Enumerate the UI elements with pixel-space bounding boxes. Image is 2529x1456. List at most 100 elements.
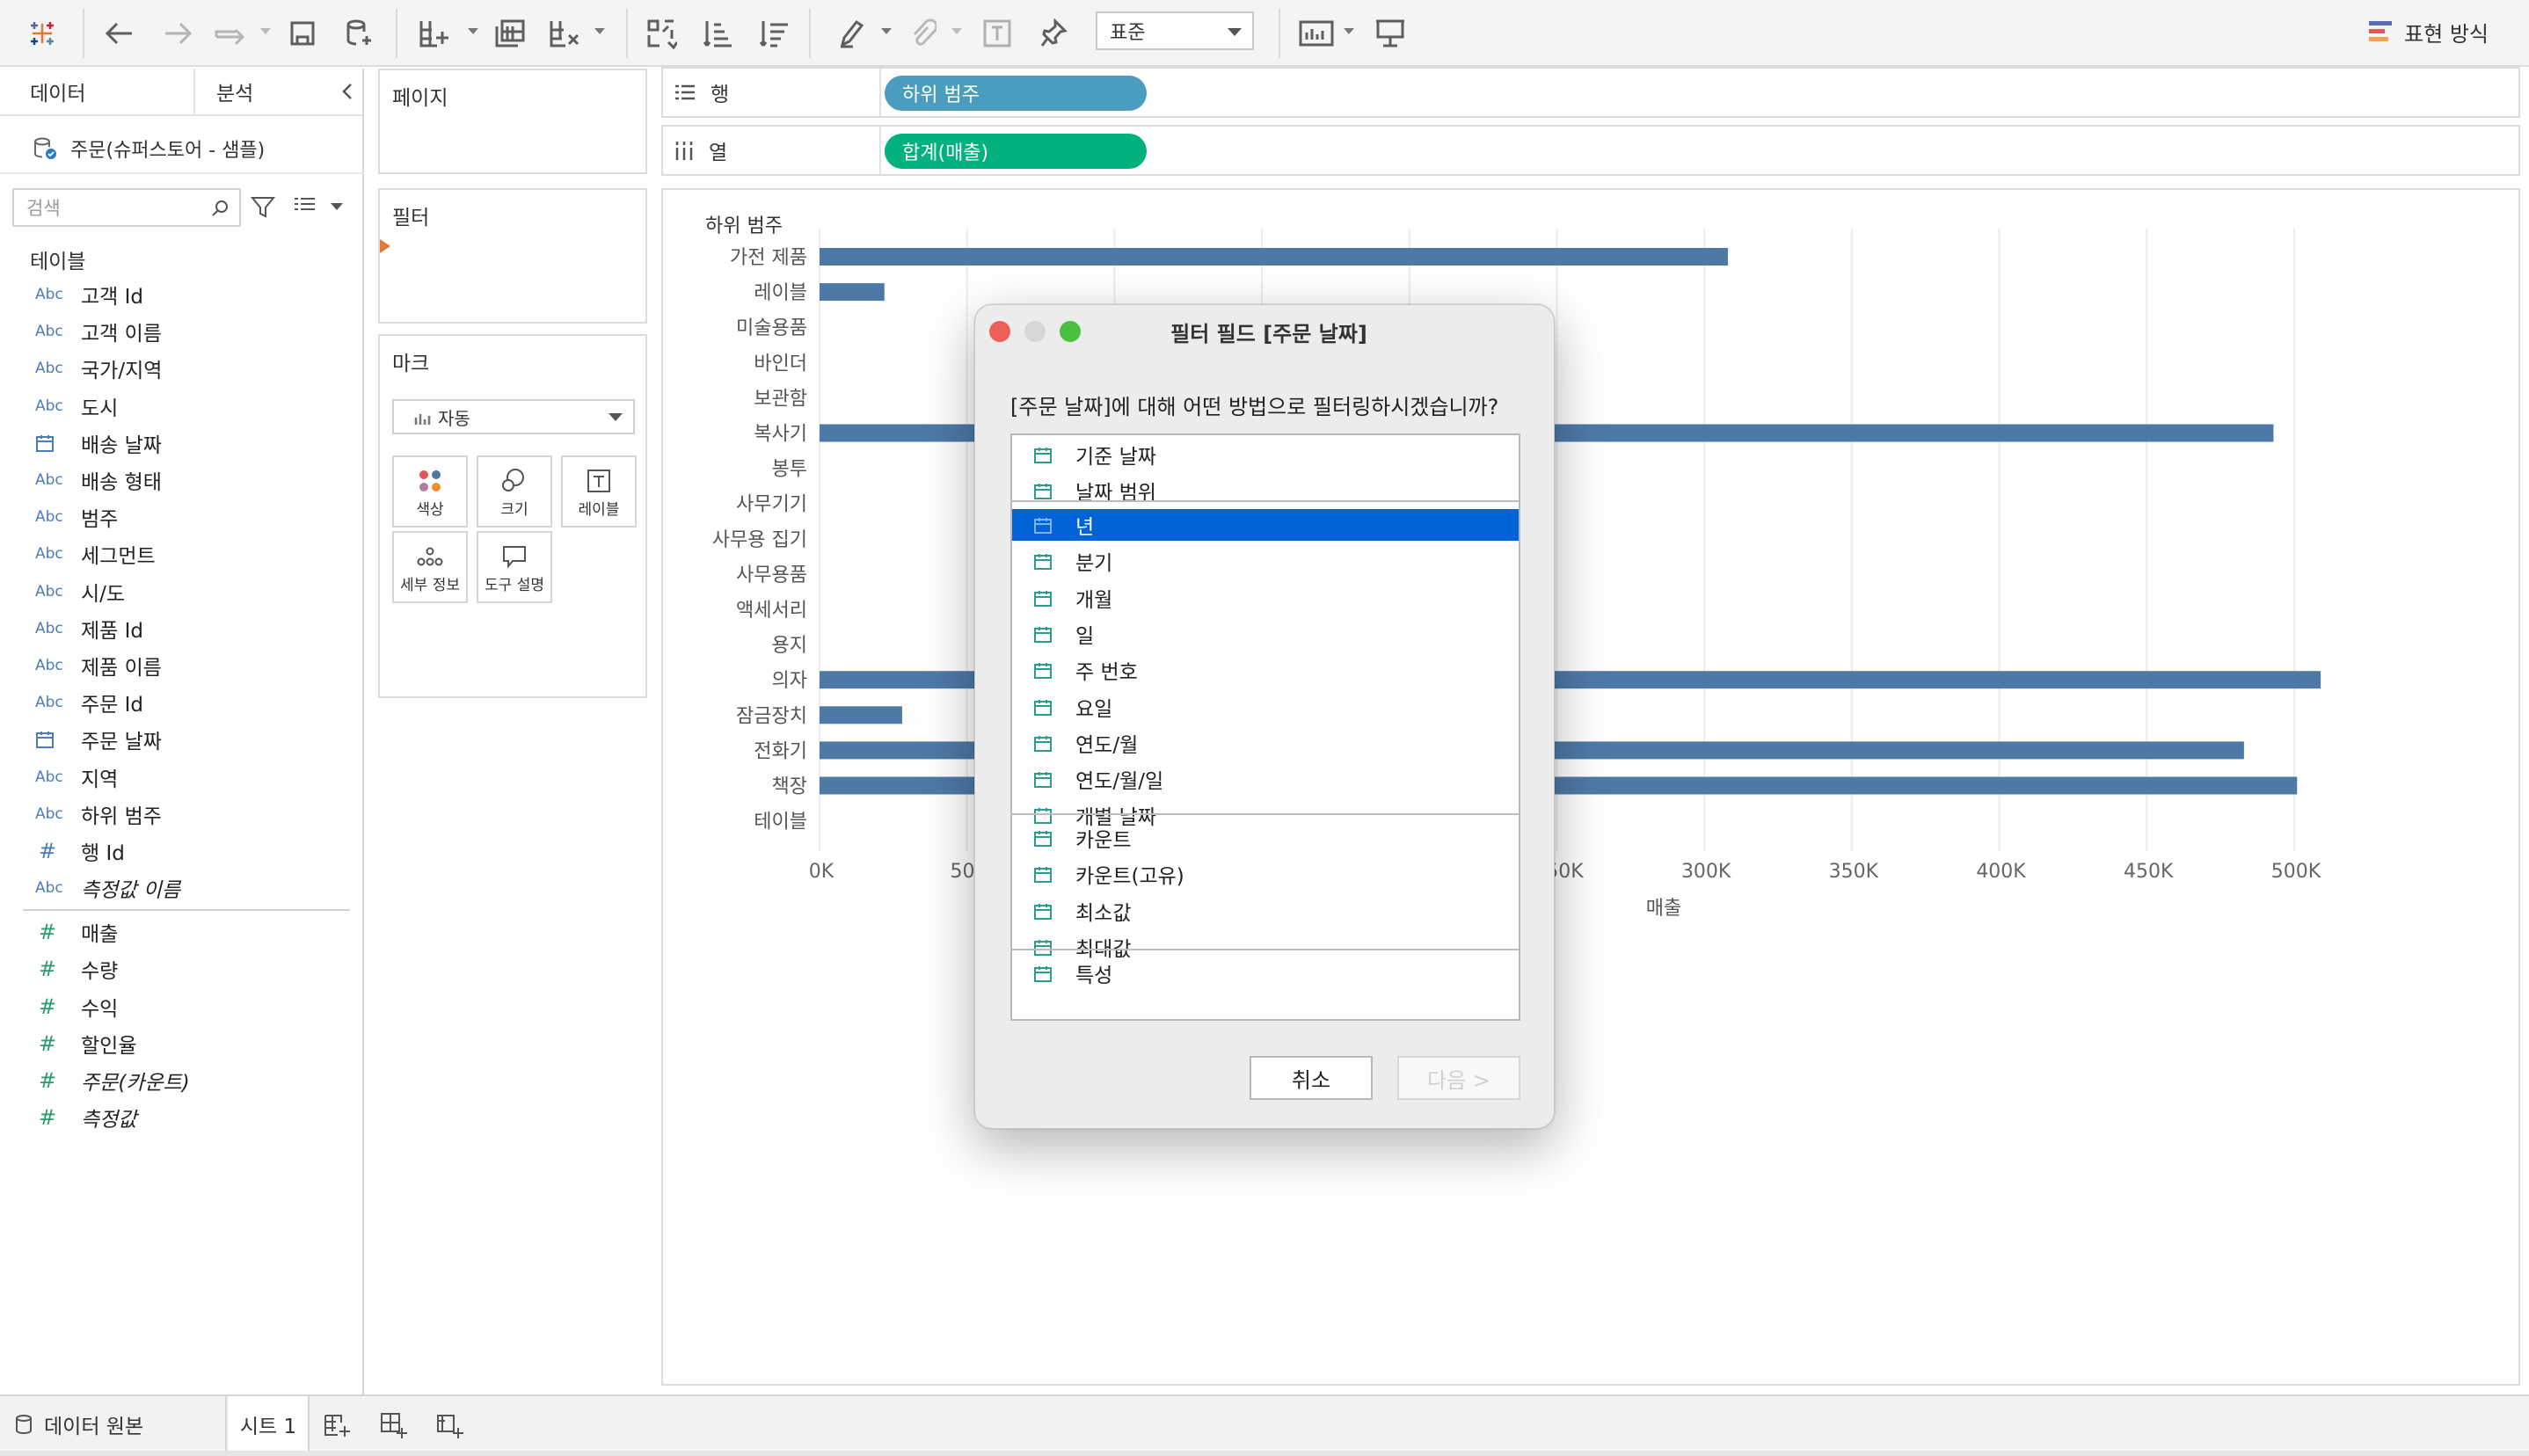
tableau-logo-icon[interactable]: [25, 12, 60, 55]
filter-option[interactable]: 연도/월: [1012, 727, 1519, 759]
dimension-field[interactable]: Abc 고객 이름: [0, 313, 364, 350]
close-window-button[interactable]: [989, 321, 1010, 342]
sort-descending-icon[interactable]: [754, 12, 793, 55]
dimension-field[interactable]: 배송 날짜: [0, 425, 364, 462]
measure-field[interactable]: # 측정값: [0, 1099, 364, 1136]
new-story-icon[interactable]: [434, 1410, 464, 1440]
filters-card[interactable]: 필터: [378, 188, 647, 324]
x-tick-label: 350K: [1829, 861, 1879, 883]
cancel-button[interactable]: 취소: [1250, 1056, 1373, 1100]
dimension-field[interactable]: Abc 고객 Id: [0, 276, 364, 313]
dimension-field[interactable]: Abc 지역: [0, 758, 364, 795]
rows-pill-subcategory[interactable]: 하위 범주: [885, 76, 1147, 111]
fix-axes-icon[interactable]: [1036, 12, 1071, 55]
dimension-field[interactable]: # 행 Id: [0, 833, 364, 870]
maximize-window-button[interactable]: [1060, 321, 1081, 342]
bar-chart[interactable]: 하위 범주가전 제품레이블미술용품바인더보관함복사기봉투사무기기사무용 집기사무…: [663, 190, 2518, 1384]
dimension-field[interactable]: Abc 측정값 이름: [0, 870, 364, 906]
swap-rows-columns-icon[interactable]: [642, 12, 681, 55]
list-view-icon[interactable]: [292, 195, 318, 218]
filter-option[interactable]: 개월: [1012, 582, 1519, 614]
mark-type-dropdown[interactable]: 자동: [392, 399, 635, 434]
filter-option[interactable]: 카운트(고유): [1012, 858, 1519, 890]
rows-shelf[interactable]: 행 하위 범주: [661, 67, 2520, 118]
filter-option[interactable]: 분기: [1012, 545, 1519, 577]
dimension-field[interactable]: Abc 국가/지역: [0, 350, 364, 387]
replay-icon[interactable]: [211, 12, 251, 55]
filter-option[interactable]: 최소값: [1012, 895, 1519, 927]
category-label: 용지: [772, 635, 807, 657]
bar[interactable]: [820, 283, 885, 302]
filter-option[interactable]: 주 번호: [1012, 654, 1519, 686]
filter-option[interactable]: 년: [1012, 509, 1519, 541]
x-tick-label: 0K: [809, 861, 834, 883]
next-button[interactable]: 다음 >: [1397, 1056, 1520, 1100]
undo-icon[interactable]: [100, 12, 139, 55]
tab-sheet-1[interactable]: 시트 1: [229, 1396, 310, 1452]
collapse-pane-icon[interactable]: [338, 81, 359, 102]
filter-method-list[interactable]: 기준 날짜 날짜 범위 년 분기 개월 일 주 번호 요일 연도/월 연도/월/일 개별 날짜 카운트…: [1010, 433, 1520, 1021]
filter-icon[interactable]: [250, 195, 276, 220]
dimension-field[interactable]: Abc 제품 이름: [0, 647, 364, 684]
measure-field[interactable]: # 매출: [0, 914, 364, 950]
filter-option-label: 분기: [1075, 552, 1113, 576]
bar[interactable]: [820, 706, 902, 724]
tooltip-button[interactable]: 도구 설명: [477, 531, 552, 603]
minimize-window-button[interactable]: [1024, 321, 1046, 342]
field-search-input[interactable]: 검색: [12, 188, 241, 227]
dimension-field[interactable]: Abc 제품 Id: [0, 610, 364, 647]
worksheet-view[interactable]: 하위 범주 가전 제품 레이블 미술용품 바인더 보관함 복사기 봉투 사무기기 사무용 집기 사무…: [661, 188, 2520, 1386]
columns-pill-sum-sales[interactable]: 합계(매출): [885, 134, 1147, 169]
new-worksheet-icon[interactable]: [322, 1410, 352, 1440]
dimension-field[interactable]: Abc 범주: [0, 499, 364, 535]
filter-option[interactable]: 특성: [1012, 957, 1519, 989]
filter-option[interactable]: 요일: [1012, 691, 1519, 723]
color-button[interactable]: 색상: [392, 455, 468, 528]
filter-option[interactable]: 기준 날짜: [1012, 439, 1519, 470]
highlight-icon[interactable]: [834, 12, 869, 55]
sort-ascending-icon[interactable]: [698, 12, 737, 55]
filter-option[interactable]: 연도/월/일: [1012, 763, 1519, 795]
dimension-field[interactable]: Abc 배송 형태: [0, 462, 364, 499]
tab-data[interactable]: 데이터: [0, 69, 195, 114]
new-dashboard-icon[interactable]: [378, 1410, 408, 1440]
new-worksheet-icon[interactable]: [415, 12, 454, 55]
new-datasource-icon[interactable]: [341, 12, 376, 55]
chevron-down-icon[interactable]: [331, 203, 343, 210]
show-me-button[interactable]: 표현 방식: [2369, 16, 2489, 47]
tab-analysis[interactable]: 분석: [195, 69, 327, 114]
dimension-field[interactable]: Abc 주문 Id: [0, 684, 364, 721]
dimension-field[interactable]: Abc 하위 범주: [0, 796, 364, 833]
presentation-mode-icon[interactable]: [1370, 12, 1410, 55]
field-name: 배송 형태: [81, 471, 162, 495]
redo-icon[interactable]: [158, 12, 197, 55]
datasource-item[interactable]: 주문(슈퍼스토어 - 샘플): [0, 125, 364, 174]
save-icon[interactable]: [285, 12, 320, 55]
filter-option[interactable]: 일: [1012, 618, 1519, 650]
measure-field[interactable]: # 수익: [0, 988, 364, 1025]
label-button[interactable]: 레이블: [561, 455, 637, 528]
fit-dropdown[interactable]: 표준: [1096, 11, 1254, 50]
dimension-field[interactable]: Abc 도시: [0, 388, 364, 425]
field-name: 수량: [81, 960, 119, 984]
datasource-tab[interactable]: 데이터 원본: [0, 1396, 227, 1452]
number-type-icon: #: [39, 838, 57, 863]
filter-option[interactable]: 카운트: [1012, 822, 1519, 854]
group-members-icon[interactable]: [906, 12, 941, 55]
measure-field[interactable]: # 할인율: [0, 1025, 364, 1062]
measure-field[interactable]: # 수량: [0, 950, 364, 987]
detail-button[interactable]: 세부 정보: [392, 531, 468, 603]
columns-shelf[interactable]: 열 합계(매출): [661, 125, 2520, 176]
duplicate-sheet-icon[interactable]: [491, 12, 529, 55]
pages-card[interactable]: 페이지: [378, 69, 647, 174]
bar[interactable]: [820, 248, 1728, 266]
dimension-field[interactable]: Abc 세그먼트: [0, 535, 364, 572]
show-mark-labels-icon[interactable]: [980, 12, 1015, 55]
clear-sheet-icon[interactable]: [545, 12, 584, 55]
show-hide-cards-icon[interactable]: [1296, 12, 1337, 55]
dimension-field[interactable]: Abc 시/도: [0, 573, 364, 610]
measure-field[interactable]: # 주문(카운트): [0, 1062, 364, 1099]
dimension-field[interactable]: 주문 날짜: [0, 721, 364, 758]
number-type-icon: #: [39, 1105, 57, 1131]
size-button[interactable]: 크기: [477, 455, 552, 528]
